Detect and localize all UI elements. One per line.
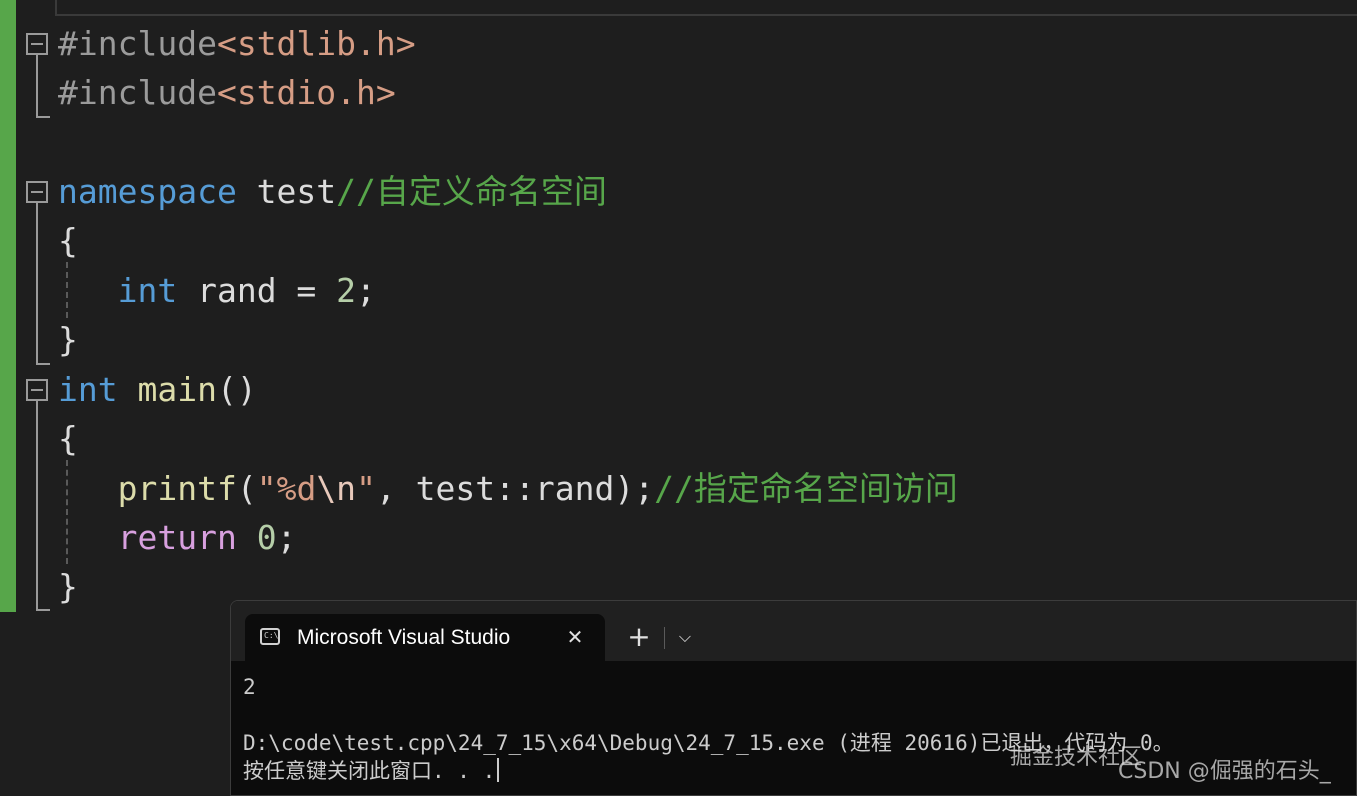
code-token: {: [58, 419, 78, 458]
text-cursor: [497, 758, 500, 782]
code-line[interactable]: {: [58, 419, 78, 459]
code-token: main: [137, 370, 217, 409]
code-line[interactable]: }: [58, 567, 78, 607]
code-line[interactable]: #include<stdio.h>: [58, 73, 396, 113]
code-line[interactable]: {: [58, 221, 78, 261]
editor-top-border: [55, 0, 1357, 16]
fold-line: [36, 203, 38, 365]
collapse-include-icon[interactable]: [26, 33, 48, 55]
code-line[interactable]: printf("%d\n", test::rand);//指定命名空间访问: [58, 469, 958, 509]
code-token: int: [117, 271, 178, 310]
collapse-main-icon[interactable]: [26, 379, 48, 401]
code-token: }: [58, 567, 78, 606]
fold-line: [36, 401, 38, 611]
code-line[interactable]: namespace test//自定义命名空间: [58, 172, 607, 212]
console-icon: C:\: [260, 628, 280, 645]
code-token: int: [58, 370, 118, 409]
terminal-tabstrip: C:\ Microsoft Visual Studio ✕ + ⌵: [231, 601, 1356, 661]
fold-end: [36, 363, 50, 365]
code-token: 2: [336, 271, 357, 310]
code-token: (: [236, 469, 257, 508]
change-indicator-bar: [0, 0, 16, 612]
fold-line: [36, 55, 38, 118]
tab-separator: [664, 627, 665, 649]
code-line[interactable]: int rand = 2;: [58, 271, 376, 311]
code-token: <stdio.h>: [216, 73, 396, 112]
code-line[interactable]: int main(): [58, 370, 257, 410]
code-token: ;: [356, 271, 376, 310]
watermark-csdn: CSDN @倔强的石头_: [1118, 759, 1331, 784]
code-token: , test::rand);: [375, 469, 655, 508]
code-token: <stdlib.h>: [216, 24, 416, 63]
code-line[interactable]: #include<stdlib.h>: [58, 24, 416, 64]
code-token: "%d: [256, 469, 317, 508]
new-tab-button[interactable]: +: [625, 621, 653, 653]
code-token: ;: [276, 518, 297, 557]
code-token: //指定命名空间访问: [654, 469, 958, 508]
code-token: (): [216, 370, 257, 409]
terminal-prompt-line: 按任意键关闭此窗口. . .: [243, 757, 500, 785]
code-token: {: [58, 221, 78, 260]
code-token: \n: [316, 469, 357, 508]
code-line[interactable]: return 0;: [58, 518, 297, 558]
fold-end: [36, 116, 50, 118]
code-line[interactable]: }: [58, 320, 78, 360]
terminal-tab[interactable]: C:\ Microsoft Visual Studio ✕: [245, 614, 605, 661]
code-token: }: [58, 320, 78, 359]
fold-end: [36, 609, 50, 611]
code-token: #include: [58, 24, 217, 63]
collapse-namespace-icon[interactable]: [26, 181, 48, 203]
tab-title: Microsoft Visual Studio: [297, 626, 511, 649]
code-token: test: [236, 172, 337, 211]
code-token: printf: [117, 469, 237, 508]
chevron-down-icon[interactable]: ⌵: [673, 623, 697, 651]
code-token: #include: [58, 73, 217, 112]
terminal-output-line: 2: [243, 675, 256, 699]
code-token: return: [117, 518, 237, 557]
code-token: namespace: [58, 172, 237, 211]
code-token: rand =: [177, 271, 337, 310]
close-icon[interactable]: ✕: [563, 623, 587, 651]
terminal-prompt-text: 按任意键关闭此窗口. . .: [243, 759, 496, 783]
code-token: 0: [256, 518, 277, 557]
code-token: //自定义命名空间: [336, 172, 607, 211]
code-token: ": [356, 469, 376, 508]
